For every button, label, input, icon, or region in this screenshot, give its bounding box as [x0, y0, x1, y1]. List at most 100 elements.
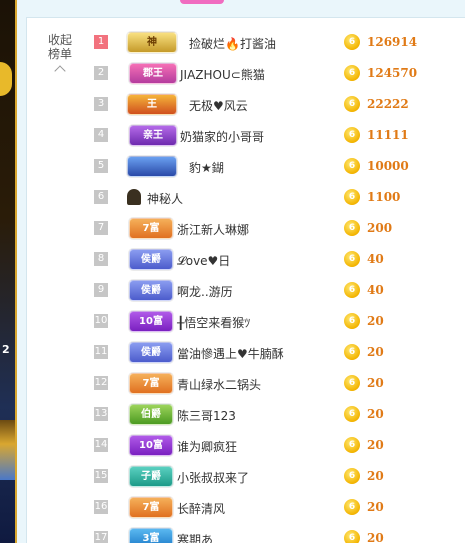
level-badge	[127, 156, 177, 177]
level-badge: 侯爵	[129, 280, 173, 301]
coin-icon: 6	[344, 127, 360, 143]
rank-number: 12	[94, 376, 108, 390]
level-badge: 7富	[129, 218, 173, 239]
rank-number: 6	[94, 190, 108, 204]
side-coin-graphic	[0, 62, 12, 96]
coin-icon: 6	[344, 158, 360, 174]
top-decoration	[180, 0, 224, 4]
rank-number: 10	[94, 314, 108, 328]
level-badge: 王	[127, 94, 177, 115]
list-item[interactable]: 10 10富 ╂悟空来看猴ﾂ 6 20	[27, 306, 465, 337]
coin-icon: 6	[344, 375, 360, 391]
level-badge: 亲王	[129, 125, 177, 146]
coin-icon: 6	[344, 189, 360, 205]
user-name[interactable]: 𝓛ove♥日	[177, 252, 230, 269]
user-name[interactable]: 啊龙..游历	[177, 283, 233, 300]
contribution-amount: 22222	[367, 97, 409, 111]
left-side-banner: 2	[0, 0, 17, 543]
rank-number: 7	[94, 221, 108, 235]
side-banner-tile	[0, 420, 15, 480]
rank-number: 2	[94, 66, 108, 80]
rank-number: 3	[94, 97, 108, 111]
contribution-amount: 11111	[367, 128, 409, 142]
contribution-amount: 20	[367, 531, 384, 543]
contribution-amount: 20	[367, 407, 384, 421]
list-item[interactable]: 4 亲王 奶猫家的小哥哥 6 11111	[27, 120, 465, 151]
contribution-amount: 20	[367, 314, 384, 328]
contribution-amount: 20	[367, 500, 384, 514]
list-item[interactable]: 2 郡王 JIAZHOU⊂熊猫 6 124570	[27, 58, 465, 89]
level-badge: 7富	[129, 497, 173, 518]
contribution-amount: 126914	[367, 35, 418, 49]
rank-number: 8	[94, 252, 108, 266]
list-item[interactable]: 7 7富 浙江新人琳娜 6 200	[27, 213, 465, 244]
contribution-amount: 20	[367, 438, 384, 452]
coin-icon: 6	[344, 282, 360, 298]
list-item[interactable]: 5 豹★鍸 6 10000	[27, 151, 465, 182]
level-badge: 神	[127, 32, 177, 53]
coin-icon: 6	[344, 220, 360, 236]
user-name[interactable]: 长醉清风	[177, 500, 225, 517]
user-name[interactable]: 奶猫家的小哥哥	[180, 128, 264, 145]
level-badge: 子爵	[129, 466, 173, 487]
list-item[interactable]: 6 神秘人 6 1100	[27, 182, 465, 213]
coin-icon: 6	[344, 251, 360, 267]
contribution-amount: 40	[367, 283, 384, 297]
rank-number: 13	[94, 407, 108, 421]
coin-icon: 6	[344, 313, 360, 329]
rank-number: 5	[94, 159, 108, 173]
user-name[interactable]: 當油慘遇上♥牛腩酥	[177, 345, 284, 362]
user-name[interactable]: 浙江新人琳娜	[177, 221, 249, 238]
user-name[interactable]: 寒期あ	[177, 531, 213, 543]
list-item[interactable]: 1 神 捡破烂🔥打酱油 6 126914	[27, 27, 465, 58]
contribution-amount: 200	[367, 221, 393, 235]
list-item[interactable]: 12 7富 青山绿水二锅头 6 20	[27, 368, 465, 399]
list-item[interactable]: 15 子爵 小张叔叔来了 6 20	[27, 461, 465, 492]
contribution-amount: 10000	[367, 159, 409, 173]
mystery-person-icon	[127, 189, 141, 205]
level-badge: 10富	[129, 435, 173, 456]
coin-icon: 6	[344, 499, 360, 515]
contribution-amount: 1100	[367, 190, 401, 204]
list-item[interactable]: 3 王 无极♥风云 6 22222	[27, 89, 465, 120]
contribution-amount: 40	[367, 252, 384, 266]
user-name[interactable]: ╂悟空来看猴ﾂ	[177, 314, 250, 331]
user-name[interactable]: 捡破烂🔥打酱油	[189, 35, 276, 52]
contribution-amount: 20	[367, 469, 384, 483]
rank-number: 17	[94, 531, 108, 543]
user-name[interactable]: 陈三哥123	[177, 407, 236, 424]
rank-number: 9	[94, 283, 108, 297]
coin-icon: 6	[344, 34, 360, 50]
coin-icon: 6	[344, 530, 360, 543]
coin-icon: 6	[344, 65, 360, 81]
rank-number: 15	[94, 469, 108, 483]
user-name[interactable]: JIAZHOU⊂熊猫	[180, 66, 265, 83]
user-name[interactable]: 谁为卿疯狂	[177, 438, 237, 455]
user-name[interactable]: 无极♥风云	[189, 97, 248, 114]
rank-number: 4	[94, 128, 108, 142]
list-item[interactable]: 14 10富 谁为卿疯狂 6 20	[27, 430, 465, 461]
contribution-amount: 20	[367, 376, 384, 390]
user-name[interactable]: 小张叔叔来了	[177, 469, 249, 486]
coin-icon: 6	[344, 344, 360, 360]
list-item[interactable]: 16 7富 长醉清风 6 20	[27, 492, 465, 523]
rank-number: 16	[94, 500, 108, 514]
list-item[interactable]: 17 3富 寒期あ 6 20	[27, 523, 465, 543]
user-name[interactable]: 神秘人	[147, 190, 183, 207]
level-badge: 伯爵	[129, 404, 173, 425]
list-item[interactable]: 13 伯爵 陈三哥123 6 20	[27, 399, 465, 430]
coin-icon: 6	[344, 468, 360, 484]
coin-icon: 6	[344, 437, 360, 453]
user-name[interactable]: 豹★鍸	[189, 159, 224, 176]
level-badge: 侯爵	[129, 342, 173, 363]
list-item[interactable]: 9 侯爵 啊龙..游历 6 40	[27, 275, 465, 306]
user-name[interactable]: 青山绿水二锅头	[177, 376, 261, 393]
level-badge: 郡王	[129, 63, 177, 84]
coin-icon: 6	[344, 96, 360, 112]
list-item[interactable]: 8 侯爵 𝓛ove♥日 6 40	[27, 244, 465, 275]
contribution-amount: 20	[367, 345, 384, 359]
level-badge: 侯爵	[129, 249, 173, 270]
list-item[interactable]: 11 侯爵 當油慘遇上♥牛腩酥 6 20	[27, 337, 465, 368]
rank-number: 1	[94, 35, 108, 49]
side-banner-mark: 2	[2, 343, 10, 356]
